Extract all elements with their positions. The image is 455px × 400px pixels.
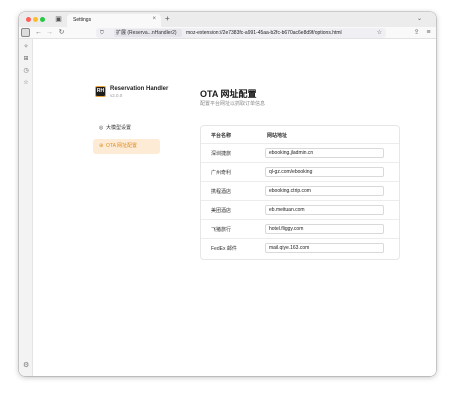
tab-overview-icon[interactable]: ▣	[54, 15, 63, 24]
browser-window: ▣ Settings × + ⌄ ← → ↻ ⛉ 扩展 (Reserva...n…	[19, 12, 436, 376]
platform-name: 美团酒店	[211, 208, 232, 214]
table-row: 美团酒店	[201, 200, 399, 219]
app-name: Reservation Handler	[110, 86, 169, 92]
app-logo: RH	[95, 86, 106, 97]
forward-button[interactable]: →	[45, 28, 54, 38]
globe-icon: ⊕	[99, 143, 104, 149]
app-version: v2.0.0	[110, 93, 123, 98]
extension-identity[interactable]: 扩展 (Reserva...nHandler2)	[114, 29, 182, 37]
sidebar-toggle-icon[interactable]	[21, 28, 30, 37]
table-row: 飞猪旅行	[201, 219, 399, 238]
address-bar[interactable]: ⛉ 扩展 (Reserva...nHandler2) moz-extension…	[96, 28, 386, 38]
url-input[interactable]	[265, 186, 384, 196]
menu-item-label: 大模型设置	[106, 125, 132, 131]
platform-name: 携程酒店	[211, 189, 232, 195]
navigation-bar: ← → ↻ ⛉ 扩展 (Reserva...nHandler2) moz-ext…	[19, 27, 436, 39]
platform-name: FedEx 邮件	[211, 246, 237, 252]
tab-title: Settings	[73, 17, 92, 23]
platform-name: 飞猪旅行	[211, 227, 232, 233]
menu-item-llm-settings[interactable]: ◎ 大模型设置	[93, 121, 160, 136]
back-button[interactable]: ←	[34, 28, 43, 38]
ai-sparkle-icon[interactable]: ✧	[22, 43, 30, 51]
bookmark-star-icon[interactable]: ☆	[377, 29, 382, 37]
new-tab-button[interactable]: +	[165, 14, 170, 23]
page-title: OTA 网址配置	[200, 89, 257, 99]
tabs-icon[interactable]: ⊞	[22, 55, 30, 63]
platform-name: 深圳捷旅	[211, 151, 232, 157]
column-header-platform: 平台名称	[211, 133, 232, 139]
table-row: 携程酒店	[201, 181, 399, 200]
url-input[interactable]	[265, 205, 384, 215]
zoom-window-button[interactable]	[40, 17, 45, 22]
reload-button[interactable]: ↻	[57, 28, 66, 38]
column-header-url: 网站地址	[267, 133, 288, 139]
tab-close-icon[interactable]: ×	[152, 16, 156, 22]
history-icon[interactable]: ◷	[22, 67, 30, 75]
chevron-down-icon[interactable]: ⌄	[417, 15, 422, 22]
url-input[interactable]	[265, 148, 384, 158]
table-row: 深圳捷旅	[201, 143, 399, 162]
gear-icon[interactable]: ⚙	[23, 361, 29, 369]
tab-settings[interactable]: Settings ×	[67, 14, 161, 27]
url-text[interactable]: moz-extension://2e7383fc-a991-45aa-b2fc-…	[186, 29, 342, 37]
menu-icon[interactable]: ≡	[424, 28, 433, 38]
title-bar: ▣ Settings × + ⌄	[19, 12, 436, 27]
table-row: 广州奇利	[201, 162, 399, 181]
ota-table: 平台名称 网站地址 深圳捷旅 广州奇利 携程酒店 美团酒店 飞猪旅行	[200, 125, 400, 260]
menu-item-label: OTA 网址配置	[106, 143, 138, 149]
bookmarks-icon[interactable]: ☆	[22, 79, 30, 87]
url-input[interactable]	[265, 224, 384, 234]
url-input[interactable]	[265, 167, 384, 177]
table-row: FedEx 邮件	[201, 238, 399, 257]
minimize-window-button[interactable]	[33, 17, 38, 22]
menu-item-ota-config[interactable]: ⊕ OTA 网址配置	[93, 139, 160, 154]
url-input[interactable]	[265, 243, 384, 253]
share-icon[interactable]: ⇪	[412, 28, 421, 38]
page-subtitle: 配置平台网址以抓取订单信息	[200, 101, 266, 107]
close-window-button[interactable]	[26, 17, 31, 22]
options-page: RH Reservation Handler v2.0.0 ◎ 大模型设置 ⊕ OT…	[33, 39, 436, 376]
shield-icon[interactable]: ⛉	[100, 29, 104, 37]
platform-name: 广州奇利	[211, 170, 232, 176]
target-icon: ◎	[99, 125, 104, 131]
browser-sidebar: ✧ ⊞ ◷ ☆ ⚙	[19, 39, 33, 376]
